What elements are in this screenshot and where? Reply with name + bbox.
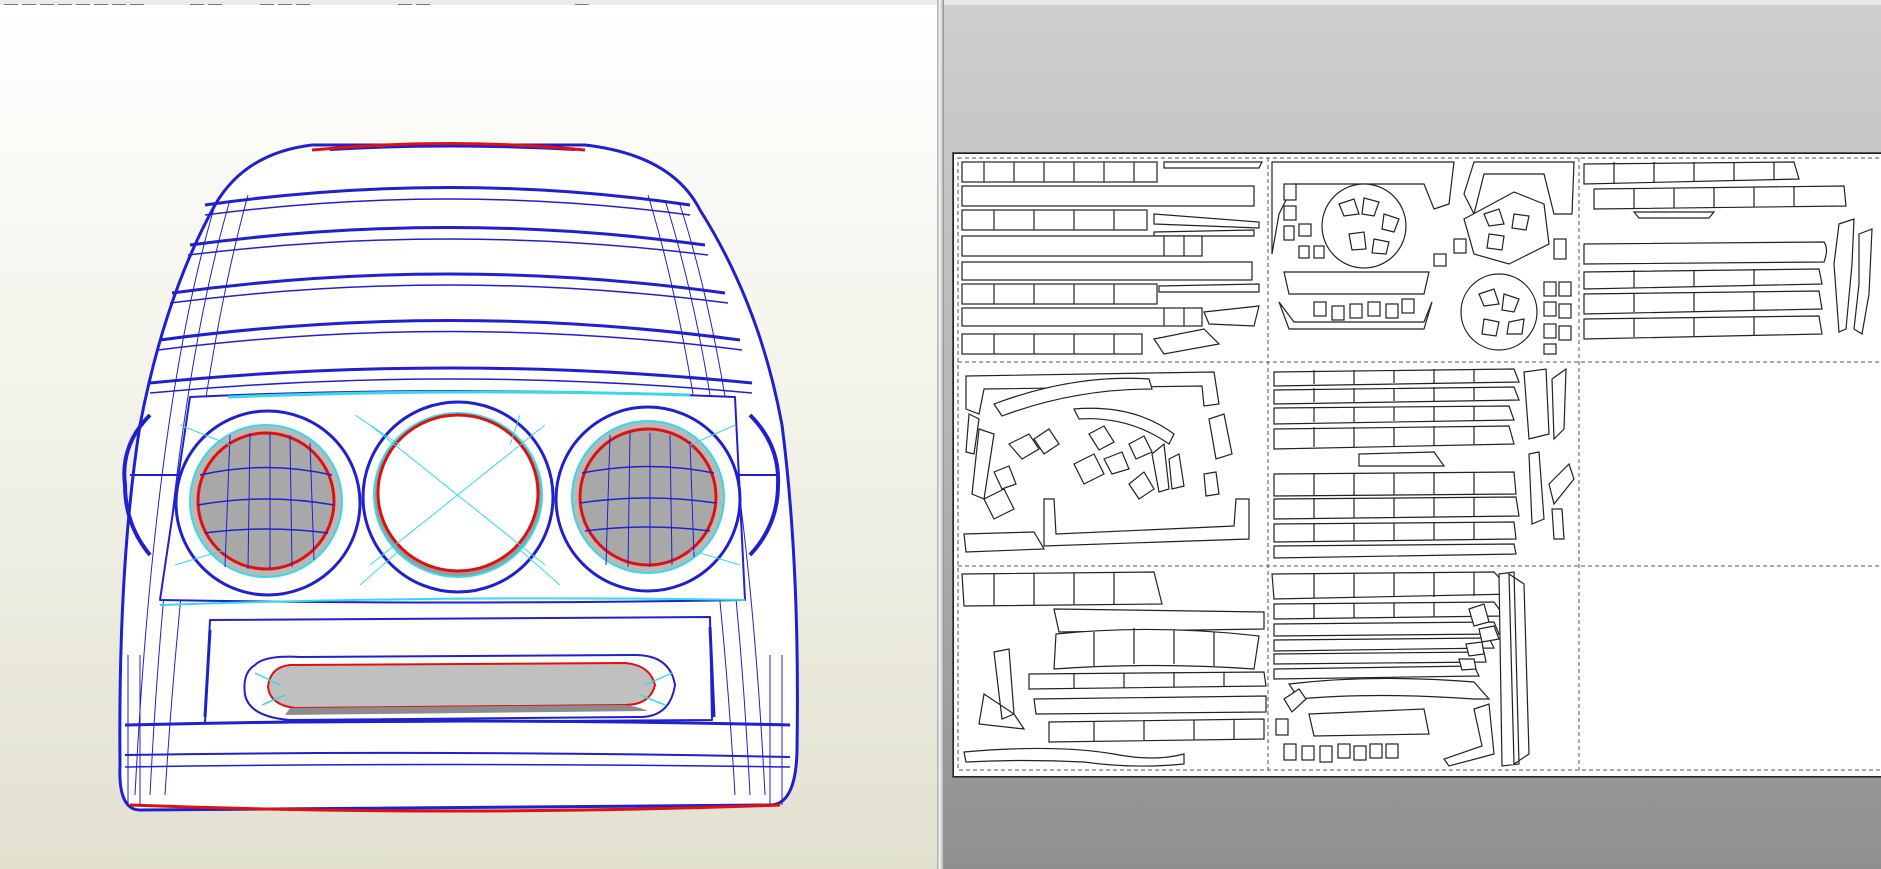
unfold-parts-canvas[interactable] xyxy=(954,154,1881,776)
parts xyxy=(961,161,1873,767)
3d-model-view[interactable] xyxy=(0,5,937,869)
3d-mesh-canvas[interactable] xyxy=(0,5,937,869)
pane-splitter[interactable] xyxy=(937,0,944,869)
2d-unfold-view[interactable] xyxy=(944,5,1881,869)
paper-layout[interactable] xyxy=(953,153,1881,777)
